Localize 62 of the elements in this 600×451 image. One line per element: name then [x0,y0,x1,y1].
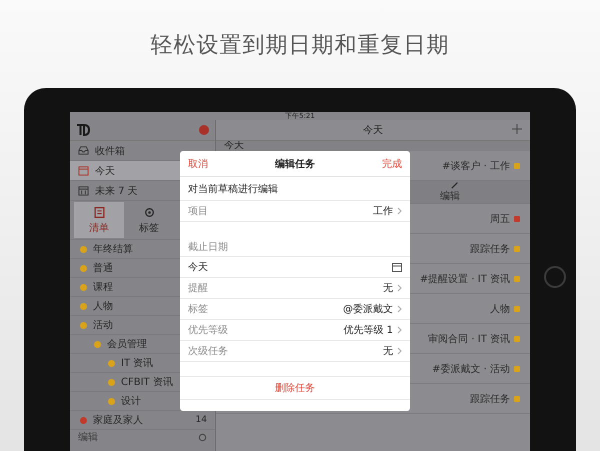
task-meta: #谈客户 · 工作 [442,160,510,172]
task-meta: 人物 [490,302,510,316]
delete-task-button[interactable]: 删除任务 [275,381,315,395]
list-name: 年终结算 [93,242,133,256]
avatar-icon[interactable] [199,125,209,135]
inbox-icon [78,145,89,156]
sidebar-label: 收件箱 [95,144,125,158]
task-meta: 跟踪任务 [470,392,510,406]
row-value: 无 [383,282,393,295]
row-label: 提醒 [188,282,208,295]
task-title-field[interactable]: 对当前草稿进行编辑 [180,177,410,201]
setting-row[interactable]: 提醒 无 [180,278,410,299]
sidebar-label: 未来 7 天 [95,184,138,198]
list-name: 会员管理 [107,338,147,351]
task-count: 14 [196,415,207,425]
edit-link[interactable]: 编辑 [78,430,98,444]
gear-icon [142,206,156,218]
list-name: 人物 [93,300,113,313]
app-logo-icon [76,124,90,136]
list-name: 家庭及家人 [93,414,143,427]
chevron-icon [397,305,402,313]
sidebar-label: 今天 [95,164,115,178]
sidebar-tab[interactable]: 清单 [74,202,124,238]
row-value: 今天 [188,261,208,274]
row-value: 优先等级 1 [343,324,393,337]
chevron-icon [397,207,402,215]
calendar-icon[interactable] [392,262,402,272]
list-name: 课程 [93,281,113,294]
task-meta: 周五 [490,212,510,226]
due-date-row[interactable]: 今天 [180,257,410,278]
dialog-title: 编辑任务 [275,158,315,170]
page-title: 今天 [363,124,383,137]
calendar-icon [78,185,89,196]
list-name: 活动 [93,319,113,332]
task-meta: 审阅合同 · IT 资讯 [428,332,510,346]
setting-row[interactable]: 次级任务 无 [180,341,410,362]
task-meta: 跟踪任务 [470,242,510,256]
chevron-icon [397,284,402,292]
row-value: @委派戴文 [343,302,393,316]
setting-row[interactable]: 标签 @委派戴文 [180,299,410,320]
list-name: IT 资讯 [121,357,154,370]
edit-action[interactable]: 编辑 [440,189,460,203]
add-icon[interactable] [512,124,522,134]
headline: 轻松设置到期日期和重复日期 [150,32,450,60]
home-button[interactable] [544,266,566,288]
section-label: 截止日期 [180,240,410,257]
list-name: 设计 [121,394,141,408]
list-name: CFBIT 资讯 [121,376,173,389]
calendar-icon [78,165,89,176]
row-value: 工作 [373,205,393,218]
chevron-icon [397,347,402,355]
sidebar-tab[interactable]: 标签 [124,202,174,238]
done-button[interactable]: 完成 [382,156,402,170]
setting-row[interactable]: 优先等级 优先等级 1 [180,320,410,341]
row-label: 项目 [188,205,208,218]
task-meta: #委派戴文 · 活动 [432,362,510,376]
row-label: 标签 [188,302,208,316]
list-icon [92,206,106,218]
chevron-icon [397,326,402,334]
task-meta: #提醒设置 · IT 资讯 [420,272,510,286]
row-value: 无 [383,345,393,358]
list-name: 普通 [93,262,113,275]
